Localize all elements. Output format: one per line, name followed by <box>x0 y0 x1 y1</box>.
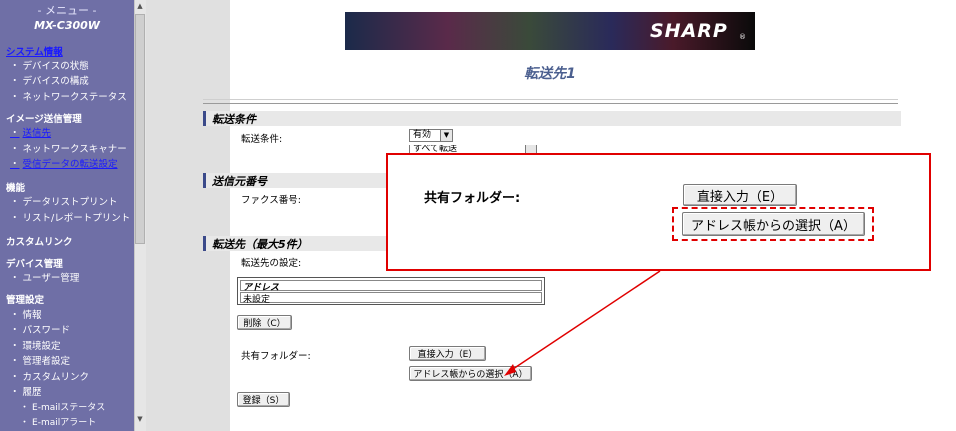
section-transfer-conditions: 転送条件 <box>203 111 901 126</box>
sidebar-item-data-list-print[interactable]: ・データリストプリント <box>10 194 118 208</box>
sidebar-head-image-send: イメージ送信管理 <box>6 114 82 125</box>
condition-select[interactable]: 有効 ▼ <box>409 129 453 142</box>
callout-direct-input-button[interactable]: 直接入力（E） <box>683 184 797 206</box>
sidebar-item-password[interactable]: ・パスワード <box>10 322 70 336</box>
model-name: MX-C300W <box>34 19 100 32</box>
callout-address-book-button[interactable]: アドレス帳からの選択（A） <box>682 212 865 236</box>
sidebar-item-admin[interactable]: ・管理者設定 <box>10 353 70 367</box>
sidebar-item-environment[interactable]: ・環境設定 <box>10 338 61 352</box>
header-divider <box>203 99 898 104</box>
sidebar-menu: - メニュー - MX-C300W システム情報 ・デバイスの状態 ・デバイスの… <box>0 0 134 431</box>
sidebar-item-destination[interactable]: ・送信先 <box>10 125 51 139</box>
table-row[interactable]: 未設定 <box>240 292 542 305</box>
address-book-button[interactable]: アドレス帳からの選択（A） <box>409 366 532 381</box>
registered-icon: ® <box>739 33 746 41</box>
fax-number-label: ファクス番号: <box>241 195 301 206</box>
address-table: アドレス 未設定 <box>237 277 545 305</box>
sidebar-item-network-scanner[interactable]: ・ネットワークスキャナー <box>10 141 127 155</box>
sidebar-head-system-info[interactable]: システム情報 <box>6 44 63 58</box>
sidebar-item-user-management[interactable]: ・ユーザー管理 <box>10 270 79 284</box>
scroll-down-icon[interactable]: ▼ <box>136 415 144 423</box>
sidebar-item-custom-link[interactable]: ・カスタムリンク <box>10 369 89 383</box>
scroll-up-icon[interactable]: ▲ <box>136 2 144 10</box>
shared-folder-label: 共有フォルダー: <box>241 351 311 362</box>
chevron-down-icon[interactable]: ▼ <box>440 130 452 141</box>
sidebar-head-device-management: デバイス管理 <box>6 259 63 270</box>
sidebar-item-forward-settings[interactable]: ・受信データの転送設定 <box>10 156 118 170</box>
sidebar-item-network-status[interactable]: ・ネットワークステータス <box>10 89 127 103</box>
sidebar-item-email-status[interactable]: ・ E-mailステータス <box>20 400 105 413</box>
sidebar-item-info[interactable]: ・情報 <box>10 307 42 321</box>
brand-logo: SHARP <box>650 20 728 42</box>
frame-divider <box>146 0 230 431</box>
sidebar-head-custom-link[interactable]: カスタムリンク <box>6 234 73 248</box>
register-button[interactable]: 登録（S） <box>237 392 290 407</box>
dest-setting-label: 転送先の設定: <box>241 258 302 269</box>
delete-button[interactable]: 削除（C） <box>237 315 292 330</box>
sidebar-item-history[interactable]: ・履歴 <box>10 384 42 398</box>
sidebar-head-functions: 機能 <box>6 183 26 194</box>
sidebar-head-admin-settings: 管理設定 <box>6 295 45 306</box>
callout-shared-folder-label: 共有フォルダー: <box>424 191 521 206</box>
menu-title: - メニュー - <box>37 4 97 17</box>
scroll-thumb[interactable] <box>135 14 145 244</box>
sidebar-item-device-status[interactable]: ・デバイスの状態 <box>10 58 89 72</box>
page-title: 転送先1 <box>524 66 576 82</box>
sidebar-item-device-config[interactable]: ・デバイスの構成 <box>10 73 89 87</box>
table-header: アドレス <box>240 280 542 293</box>
direct-input-button[interactable]: 直接入力（E） <box>409 346 486 361</box>
condition-label: 転送条件: <box>241 134 283 145</box>
sidebar-item-email-alert[interactable]: ・ E-mailアラート <box>20 415 96 428</box>
sidebar-item-list-report-print[interactable]: ・リスト/レポートプリント <box>10 210 130 224</box>
